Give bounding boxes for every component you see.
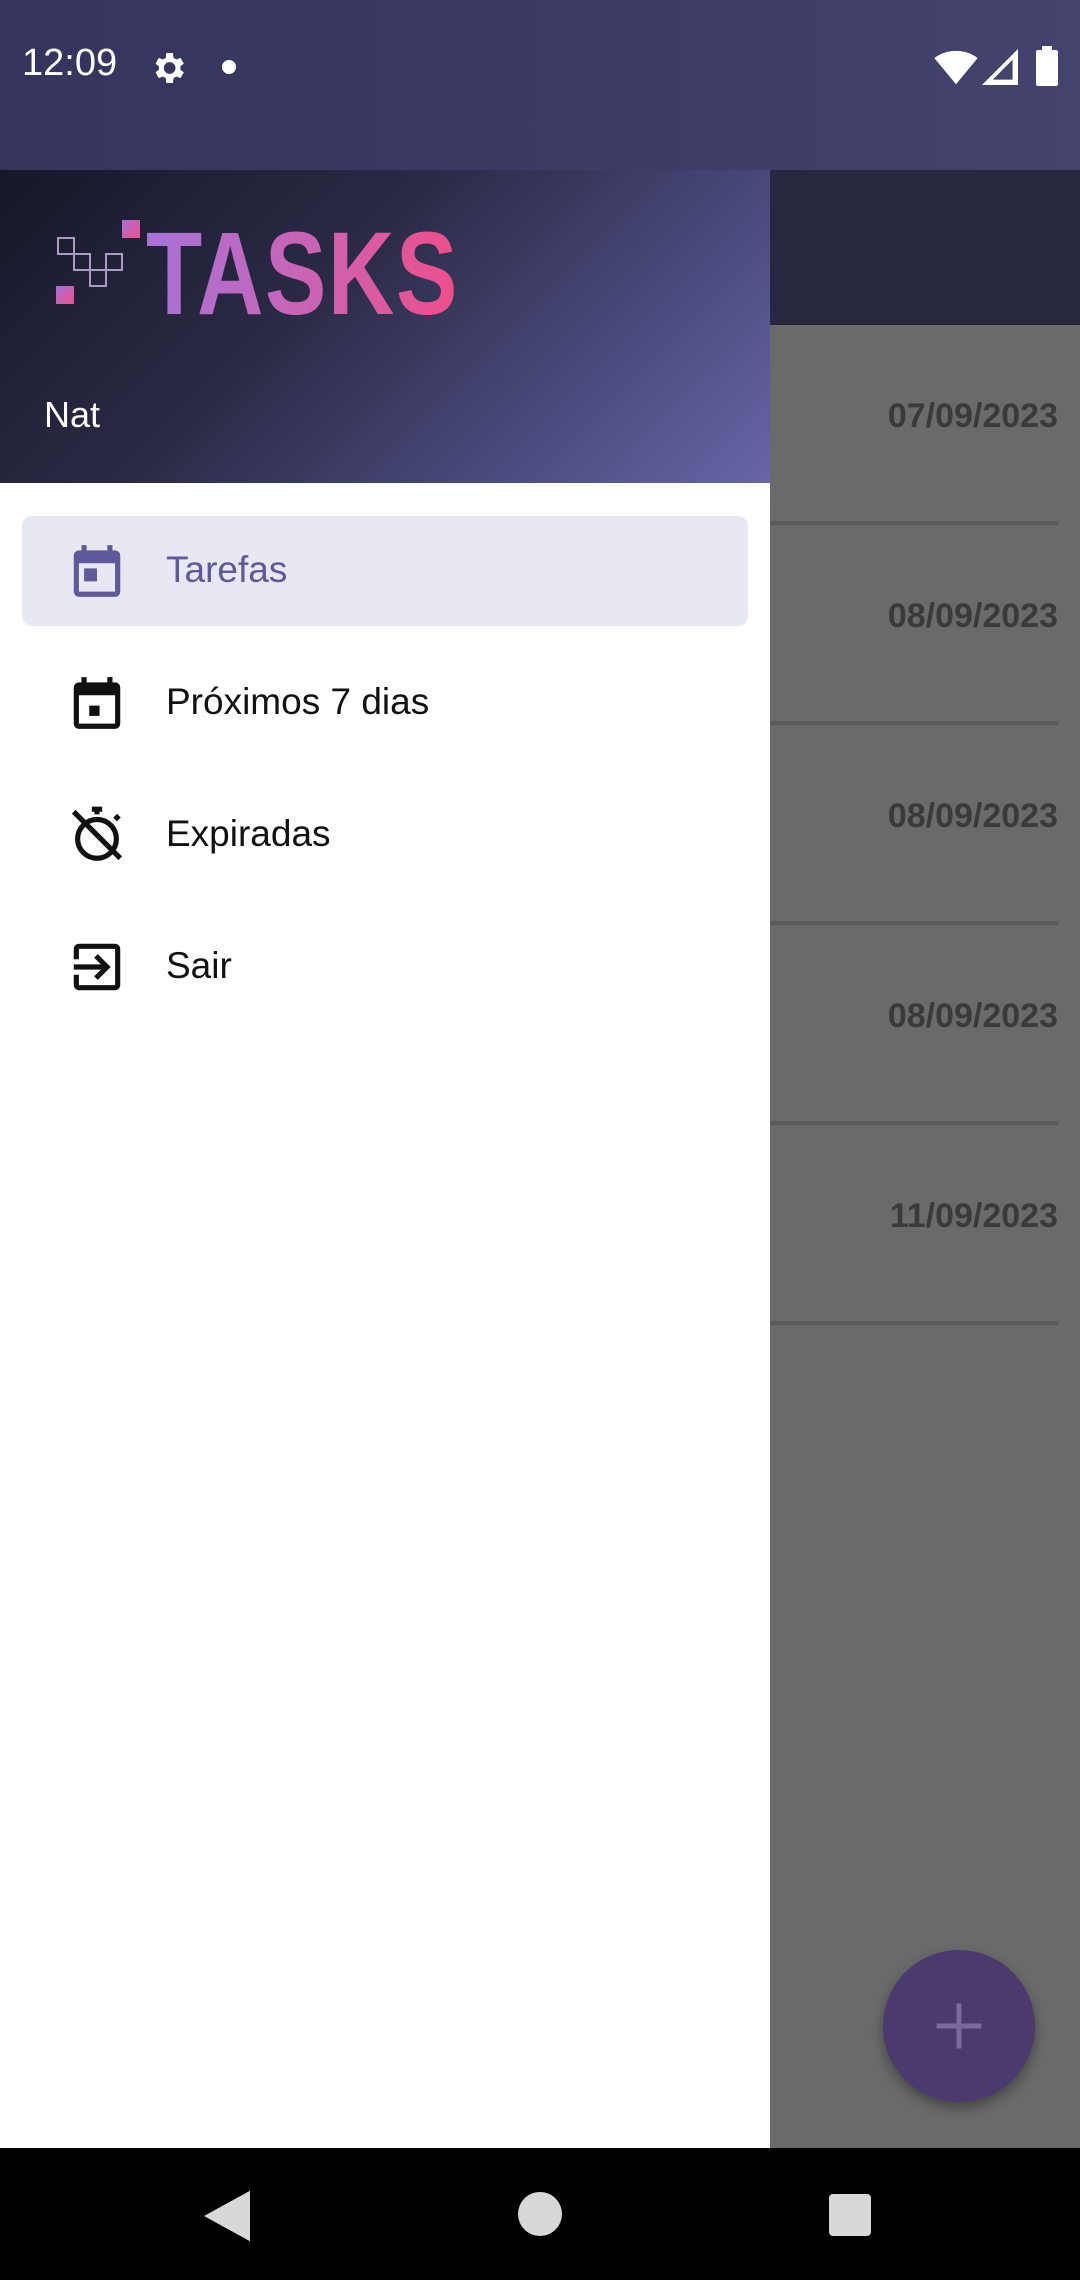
calendar-today-icon [73,545,121,597]
task-date: 08/09/2023 [887,997,1058,1035]
task-row: 11/09/2023 [770,1125,1058,1325]
task-date: 08/09/2023 [887,797,1058,835]
calendar-week-icon [73,677,121,729]
notification-dot-icon [222,60,236,74]
drawer-item-tarefas[interactable]: Tarefas [22,516,748,626]
app-logo-icon [56,220,140,304]
settings-gear-icon [155,53,184,83]
signal-icon [982,49,1018,85]
system-nav-bar [0,2148,1080,2280]
drawer-item-label: Tarefas [166,549,288,590]
home-icon[interactable] [518,2192,562,2236]
task-row: 08/09/2023 [770,725,1058,925]
add-task-button[interactable] [883,1950,1035,2102]
back-icon[interactable] [204,2190,250,2242]
task-row: 08/09/2023 [770,925,1058,1125]
drawer-item-expiradas[interactable]: Expiradas [22,780,748,890]
recent-apps-icon[interactable] [829,2194,871,2236]
screen: 12:09 07/09/2023 08/09/2023 08/09/2023 0… [0,0,1080,2280]
drawer-item-label: Próximos 7 dias [166,681,430,722]
timer-off-icon [71,806,123,861]
task-date: 11/09/2023 [889,1197,1058,1235]
user-name: Nat [44,394,101,435]
task-row: 08/09/2023 [770,525,1058,725]
task-row: 07/09/2023 [770,325,1058,525]
plus-icon [936,2003,982,2049]
drawer-item-label: Sair [166,945,232,986]
logout-icon [73,943,121,991]
app-logo-text: TASKS [146,208,459,340]
drawer-item-proximos-7-dias[interactable]: Próximos 7 dias [22,648,748,758]
task-date: 08/09/2023 [887,597,1058,635]
drawer-item-label: Expiradas [166,813,331,854]
wifi-icon [934,50,978,85]
battery-icon [1036,46,1058,86]
navigation-drawer: TASKS Nat Tarefas Próximos 7 dias Expira… [0,170,770,2148]
drawer-item-sair[interactable]: Sair [22,912,748,1022]
status-time: 12:09 [22,42,118,84]
drawer-header: TASKS Nat [0,170,770,483]
status-bar: 12:09 [0,0,1080,170]
task-date: 07/09/2023 [887,397,1058,435]
